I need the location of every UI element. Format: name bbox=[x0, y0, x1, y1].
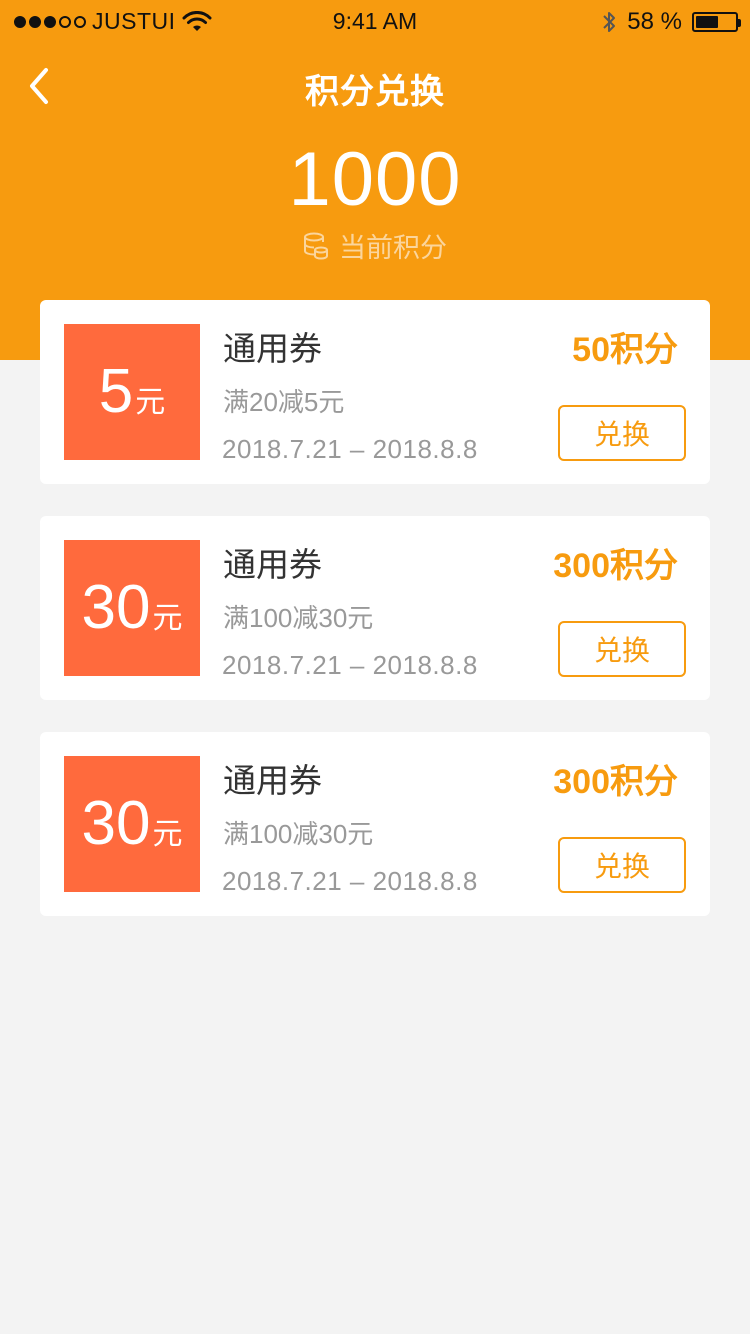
coins-icon bbox=[304, 232, 328, 260]
coupon-face-unit: 元 bbox=[152, 818, 183, 851]
battery-fill bbox=[696, 16, 718, 28]
coupon-card: 5元 通用券 满20减5元 2018.7.21 – 2018.8.8 50积分 … bbox=[40, 300, 710, 484]
coupon-rule: 满20减5元 bbox=[223, 387, 345, 417]
coupon-card: 30 元 通用券 满100减30元 2018.7.21 – 2018.8.8 30… bbox=[40, 732, 710, 916]
coupon-points-cost: 50积分 bbox=[572, 331, 678, 369]
coupon-rule: 满100减30元 bbox=[223, 603, 374, 633]
coupon-face-value: 5元 bbox=[64, 324, 200, 460]
page-title: 积分兑换 bbox=[305, 73, 445, 111]
redeem-button[interactable]: 兑换 bbox=[558, 837, 686, 893]
redeem-button[interactable]: 兑换 bbox=[558, 405, 686, 461]
redeem-button[interactable]: 兑换 bbox=[558, 621, 686, 677]
coupon-validity: 2018.7.21 – 2018.8.8 bbox=[222, 650, 478, 680]
coupon-points-cost: 300积分 bbox=[553, 763, 678, 801]
coupon-face-unit: 元 bbox=[152, 602, 183, 635]
coupon-face-amount: 30 bbox=[81, 573, 151, 642]
coupon-list: 5元 通用券 满20减5元 2018.7.21 – 2018.8.8 50积分 … bbox=[40, 300, 710, 948]
coupon-validity: 2018.7.21 – 2018.8.8 bbox=[222, 866, 478, 896]
bluetooth-icon bbox=[603, 12, 616, 32]
points-caption-label: 当前积分 bbox=[339, 233, 447, 263]
coupon-points-cost: 300积分 bbox=[553, 547, 678, 585]
coupon-card: 30 元 通用券 满100减30元 2018.7.21 – 2018.8.8 30… bbox=[40, 516, 710, 700]
coupon-rule: 满100减30元 bbox=[223, 819, 374, 849]
coupon-name: 通用券 bbox=[223, 330, 322, 367]
coupon-face-amount: 5 bbox=[98, 357, 134, 426]
battery-icon bbox=[692, 12, 741, 32]
coupon-face-unit: 元 bbox=[135, 386, 166, 419]
coupon-face-value: 30 元 bbox=[64, 756, 200, 892]
current-points-value: 1000 bbox=[288, 137, 462, 222]
coupon-name: 通用券 bbox=[223, 762, 322, 799]
coupon-validity: 2018.7.21 – 2018.8.8 bbox=[222, 434, 478, 464]
status-right: 58 % bbox=[601, 8, 741, 36]
battery-percentage: 58 % bbox=[627, 8, 682, 35]
coupon-face-amount: 30 bbox=[81, 789, 151, 858]
coupon-name: 通用券 bbox=[223, 546, 322, 583]
current-points-caption: 当前积分 bbox=[0, 226, 750, 265]
status-bar: JUSTUI 9:41 AM 58 % bbox=[0, 0, 750, 40]
coupon-face-value: 30 元 bbox=[64, 540, 200, 676]
